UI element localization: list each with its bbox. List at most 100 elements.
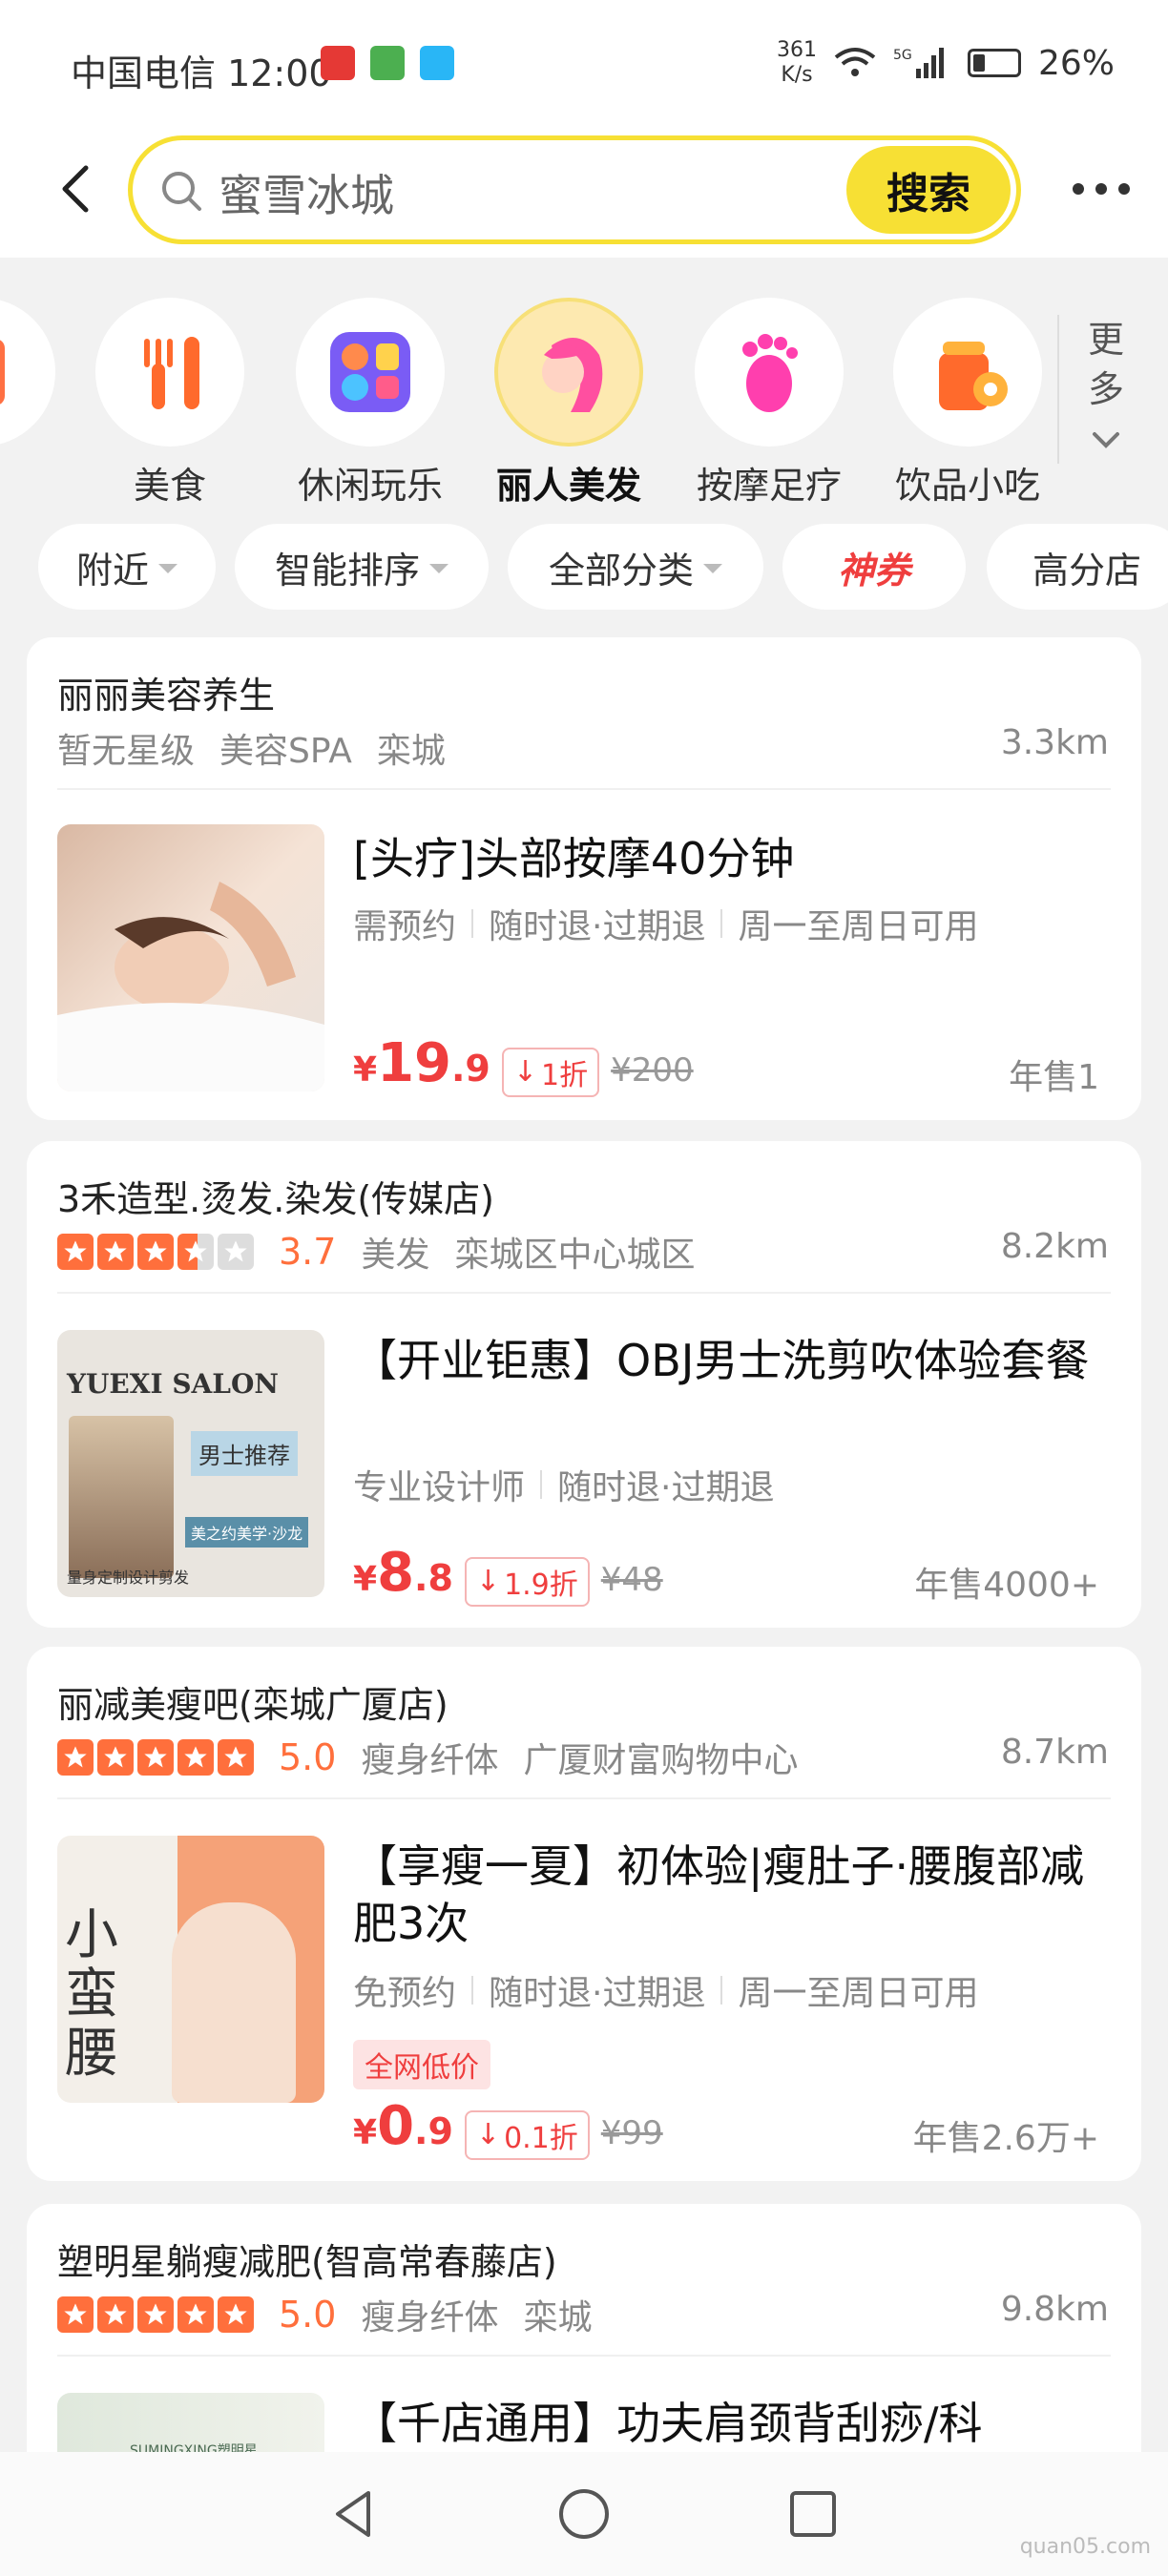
price: ¥8.8: [353, 1542, 453, 1604]
chevron-down-icon: [1093, 432, 1119, 448]
deal-title[interactable]: 【开业钜惠】OBJ男士洗剪吹体验套餐: [353, 1332, 1116, 1389]
category-leisure[interactable]: 休闲玩乐: [275, 298, 466, 506]
tag-separator: [720, 1976, 723, 2005]
shop-card[interactable]: 丽减美瘦吧(栾城广厦店) 5.0 瘦身纤体 广厦财富购物中心 8.7km 小蛮腰…: [27, 1647, 1141, 2181]
more-categories-label: 更多: [1087, 319, 1124, 410]
deal-tag: 周一至周日可用: [738, 907, 979, 946]
empty-star-icon: [218, 1234, 254, 1270]
notification-icons: [321, 46, 454, 80]
price-integer: 8: [377, 1542, 415, 1604]
category-label: 按摩足疗: [696, 465, 842, 506]
filter-label: 全部分类: [548, 549, 694, 592]
deal-tags: 专业设计师 随时退·过期退: [353, 1460, 774, 1509]
deal-tag: 专业设计师: [353, 1468, 526, 1507]
price: ¥19.9: [353, 1032, 490, 1094]
back-arrow-icon[interactable]: [50, 160, 107, 218]
map-app-icon: [420, 46, 454, 80]
discount-text: 1.9折: [504, 1568, 578, 1602]
search-query: 蜜雪冰城: [219, 170, 394, 221]
deal-thumbnail[interactable]: YUEXI SALON 男士推荐 美之约美学·沙龙 量身定制设计剪发: [57, 1330, 324, 1597]
search-header: 蜜雪冰城 搜索: [0, 134, 1168, 258]
app-notification-icon: [321, 46, 355, 80]
more-categories-button[interactable]: 更多: [1057, 315, 1153, 464]
nav-recents-icon[interactable]: [784, 2485, 842, 2543]
filter-label: 高分店: [1032, 549, 1141, 592]
annual-sales: 年售1: [1009, 1058, 1099, 1097]
nav-home-icon[interactable]: [555, 2485, 613, 2543]
category-drinks-snacks[interactable]: 饮品小吃: [872, 298, 1063, 506]
nav-back-icon[interactable]: [326, 2485, 384, 2543]
deal-title[interactable]: 【千店通用】功夫肩颈背刮痧/科: [353, 2395, 1116, 2452]
deal-tag: 需预约: [353, 907, 457, 946]
shop-card[interactable]: 3禾造型.烫发.染发(传媒店) 3.7 美发 栾城区中心城区 8.2km YUE…: [27, 1141, 1141, 1628]
star-icon: [177, 1739, 214, 1776]
down-arrow-icon: ↓: [475, 1565, 501, 1598]
foot-massage-icon: [695, 298, 844, 447]
filter-high-rated[interactable]: 高分店: [987, 524, 1168, 610]
svg-text:5G: 5G: [893, 48, 912, 63]
system-nav-bar: [0, 2452, 1168, 2576]
deal-tag: 周一至周日可用: [738, 1974, 979, 2013]
watermark: quan05.com: [1019, 2535, 1151, 2559]
discount-text: 0.1折: [504, 2121, 578, 2155]
status-bar: 中国电信 12:00 361 K/s 5G 26%: [0, 0, 1168, 134]
deal-title[interactable]: [头疗]头部按摩40分钟: [353, 830, 1116, 887]
home-app-icon: [370, 46, 405, 80]
currency-symbol: ¥: [353, 2113, 378, 2152]
star-icon: [97, 2296, 134, 2333]
divider: [57, 1797, 1111, 1799]
star-icon: [177, 2296, 214, 2333]
leisure-games-icon: [296, 298, 445, 447]
discount-badge: ↓ 0.1折: [464, 2109, 590, 2160]
shop-name[interactable]: 丽减美瘦吧(栾城广厦店): [57, 1675, 448, 1728]
caret-down-icon: [703, 564, 722, 573]
shop-tag: 栾城区中心城区: [454, 1236, 696, 1275]
shop-name[interactable]: 3禾造型.烫发.染发(传媒店): [57, 1170, 494, 1222]
star-icon: [137, 2296, 174, 2333]
shop-tag: 美容SPA: [219, 732, 352, 771]
shop-tag: 美发: [361, 1236, 430, 1275]
shop-tag: 广厦财富购物中心: [523, 1741, 799, 1780]
star-icon: [97, 1739, 134, 1776]
filter-smart-sort[interactable]: 智能排序: [235, 524, 489, 610]
partial-category-icon: [0, 298, 55, 447]
price: ¥0.9: [353, 2095, 453, 2157]
category-beauty-hair[interactable]: 丽人美发: [473, 298, 664, 506]
shop-tag: 栾城: [376, 732, 446, 771]
search-input[interactable]: 蜜雪冰城 搜索: [128, 135, 1021, 244]
price-row: ¥19.9 ↓ 1折 ¥200: [353, 1032, 694, 1097]
drinks-snacks-icon: [893, 298, 1042, 447]
category-massage-foot[interactable]: 按摩足疗: [674, 298, 865, 506]
shop-card[interactable]: 塑明星躺瘦减肥(智高常春藤店) 5.0 瘦身纤体 栾城 9.8km SUMING…: [27, 2204, 1141, 2490]
shop-card[interactable]: 丽丽美容养生 暂无星级 美容SPA 栾城 3.3km [头疗]头部按摩40分钟 …: [27, 637, 1141, 1120]
more-options-icon[interactable]: [1073, 183, 1130, 195]
deal-tag: 随时退·过期退: [489, 1974, 706, 2013]
filter-all-categories[interactable]: 全部分类: [508, 524, 763, 610]
model-photo: [172, 1902, 296, 2103]
discount-text: 1折: [541, 1058, 589, 1092]
deal-title[interactable]: 【享瘦一夏】初体验|瘦肚子·腰腹部减肥3次: [353, 1838, 1116, 1952]
shop-meta: 5.0 瘦身纤体 广厦财富购物中心: [57, 1733, 798, 1782]
distance: 8.2km: [1000, 1227, 1109, 1266]
price-integer: 19: [377, 1032, 451, 1094]
category-food[interactable]: 美食: [74, 298, 265, 506]
filter-super-coupon[interactable]: 神券: [782, 524, 966, 610]
deal-thumbnail[interactable]: [57, 824, 324, 1091]
tag-separator: [540, 1470, 543, 1499]
star-rating: [57, 2296, 254, 2333]
search-button[interactable]: 搜索: [846, 146, 1011, 234]
category-partial[interactable]: [0, 298, 76, 447]
battery-level: 26%: [1037, 43, 1115, 83]
category-label: 丽人美发: [495, 465, 641, 506]
filter-label: 神券: [837, 549, 910, 592]
deal-thumbnail[interactable]: 小蛮腰: [57, 1836, 324, 2103]
half-star-icon: [177, 1234, 214, 1270]
shop-name[interactable]: 丽丽美容养生: [57, 666, 275, 718]
deal-tags: 免预约 随时退·过期退 周一至周日可用: [353, 1965, 978, 2015]
filter-nearby[interactable]: 附近: [38, 524, 216, 610]
category-label: 饮品小吃: [894, 465, 1040, 506]
thumb-slogan: 美之约美学·沙龙: [185, 1517, 309, 1548]
price-decimal: .9: [414, 2110, 453, 2152]
shop-name[interactable]: 塑明星躺瘦减肥(智高常春藤店): [57, 2233, 557, 2285]
lowest-price-badge: 全网低价: [353, 2040, 490, 2089]
